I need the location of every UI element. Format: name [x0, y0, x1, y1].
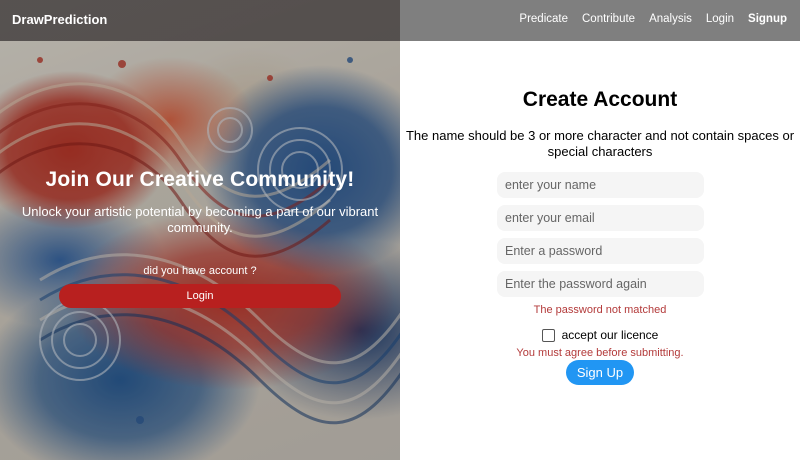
- password-error-message: The password not matched: [533, 304, 667, 316]
- name-input[interactable]: [497, 172, 704, 198]
- hero-content: Join Our Creative Community! Unlock your…: [0, 168, 400, 308]
- hero-title: Join Our Creative Community!: [45, 168, 355, 191]
- password-input[interactable]: [497, 238, 704, 264]
- account-question: did you have account ?: [143, 265, 257, 277]
- password-confirm-input[interactable]: [497, 271, 704, 297]
- hero-subtitle: Unlock your artistic potential by becomi…: [21, 204, 379, 235]
- signup-form: Create Account The name should be 3 or m…: [400, 0, 800, 460]
- email-input[interactable]: [497, 205, 704, 231]
- brand-logo[interactable]: DrawPrediction: [12, 12, 107, 27]
- licence-label: accept our licence: [561, 328, 659, 342]
- form-description: The name should be 3 or more character a…: [405, 128, 795, 159]
- licence-checkbox[interactable]: [541, 328, 555, 342]
- form-title: Create Account: [522, 88, 678, 111]
- login-button[interactable]: Login: [59, 284, 341, 308]
- signup-button[interactable]: Sign Up: [566, 360, 634, 385]
- licence-row: accept our licence: [400, 328, 800, 342]
- licence-error-message: You must agree before submitting.: [516, 347, 684, 359]
